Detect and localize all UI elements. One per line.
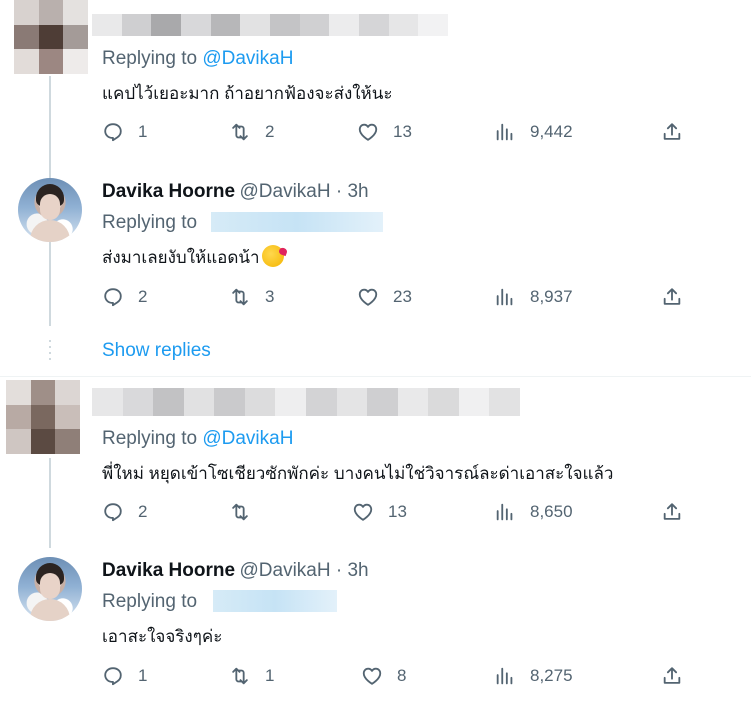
tweet-text-content: ส่งมาเลยงับให้แอดน้า (102, 248, 260, 267)
heart-icon (353, 503, 373, 521)
redacted-mention (213, 590, 337, 612)
tweet-text: เอาสะใจจริงๆค่ะ (102, 627, 223, 646)
views-button[interactable]: 8,275 (494, 665, 573, 687)
share-button[interactable] (661, 121, 683, 143)
avatar-blurred[interactable] (6, 380, 80, 454)
views-icon (496, 123, 513, 141)
like-button[interactable]: 8 (361, 665, 406, 687)
views-button[interactable]: 9,442 (494, 121, 573, 143)
views-count: 9,442 (530, 122, 573, 141)
reply-count: 1 (138, 666, 148, 685)
heart-icon (358, 288, 378, 306)
share-icon (663, 503, 681, 520)
replying-to-prefix: Replying to (102, 428, 203, 449)
tweet-text: ส่งมาเลยงับให้แอดน้า (102, 244, 284, 271)
retweet-count: 1 (265, 666, 275, 685)
blurred-name (92, 388, 520, 416)
replying-to-prefix: Replying to (102, 591, 198, 612)
retweet-icon (232, 503, 248, 521)
reply-icon (104, 288, 122, 307)
reply-count: 1 (138, 122, 148, 141)
replying-to-prefix: Replying to (102, 212, 198, 233)
show-replies-link[interactable]: Show replies (102, 340, 211, 362)
views-button[interactable]: 8,937 (494, 286, 573, 308)
retweet-icon (232, 667, 248, 685)
views-icon (496, 503, 513, 521)
redacted-mention (211, 212, 383, 232)
retweet-icon (232, 288, 248, 306)
retweet-icon (232, 123, 248, 141)
replying-to: Replying to @DavikaH (102, 48, 293, 70)
reply-button[interactable]: 1 (102, 665, 147, 687)
avatar[interactable] (18, 557, 82, 621)
retweet-button[interactable]: 2 (229, 121, 274, 143)
reply-count: 2 (138, 502, 148, 521)
views-count: 8,937 (530, 287, 573, 306)
reply-icon (104, 503, 122, 522)
divider (0, 376, 751, 377)
views-icon (496, 667, 513, 685)
replying-to: Replying to (102, 212, 197, 234)
replying-to: Replying to (102, 591, 197, 613)
thread-line (49, 458, 51, 548)
share-icon (663, 667, 681, 684)
like-count: 23 (393, 287, 412, 306)
share-icon (663, 288, 681, 305)
author-name[interactable]: Davika Hoorne (102, 181, 235, 202)
views-count: 8,275 (530, 666, 573, 685)
avatar[interactable] (18, 178, 82, 242)
retweet-button[interactable] (229, 501, 265, 523)
replying-to-prefix: Replying to (102, 48, 203, 69)
author-name[interactable]: Davika Hoorne (102, 560, 235, 581)
tweet-text: แคปไว้เยอะมาก ถ้าอยากฟ้องจะส่งให้นะ (102, 84, 393, 103)
author-handle-time[interactable]: @DavikaH · 3h (240, 560, 369, 581)
blurred-name (92, 14, 448, 36)
kiss-emoji-icon (261, 245, 284, 267)
reply-count: 2 (138, 287, 148, 306)
heart-icon (358, 123, 378, 141)
like-button[interactable]: 13 (352, 501, 407, 523)
mention-link[interactable]: @DavikaH (202, 48, 293, 69)
share-icon (663, 123, 681, 140)
tweet-text: พี่ใหม่ หยุดเข้าโซเชียวซักพักค่ะ บางคนไม… (102, 464, 614, 483)
reply-button[interactable]: 2 (102, 286, 147, 308)
share-button[interactable] (661, 665, 683, 687)
reply-icon (104, 123, 122, 142)
avatar-blurred[interactable] (14, 0, 88, 74)
views-icon (496, 288, 513, 306)
like-button[interactable]: 13 (357, 121, 412, 143)
views-count: 8,650 (530, 502, 573, 521)
like-button[interactable]: 23 (357, 286, 412, 308)
share-button[interactable] (661, 286, 683, 308)
heart-icon (362, 667, 382, 685)
retweet-count: 2 (265, 122, 275, 141)
views-button[interactable]: 8,650 (494, 501, 573, 523)
share-button[interactable] (661, 501, 683, 523)
replying-to: Replying to @DavikaH (102, 428, 293, 450)
mention-link[interactable]: @DavikaH (202, 428, 293, 449)
retweet-count: 3 (265, 287, 275, 306)
reply-button[interactable]: 1 (102, 121, 147, 143)
like-count: 13 (388, 502, 407, 521)
retweet-button[interactable]: 1 (229, 665, 274, 687)
like-count: 8 (397, 666, 407, 685)
reply-button[interactable]: 2 (102, 501, 147, 523)
like-count: 13 (393, 122, 412, 141)
thread-dots (49, 340, 51, 364)
author-handle-time[interactable]: @DavikaH · 3h (240, 181, 369, 202)
retweet-button[interactable]: 3 (229, 286, 274, 308)
reply-icon (104, 667, 122, 686)
